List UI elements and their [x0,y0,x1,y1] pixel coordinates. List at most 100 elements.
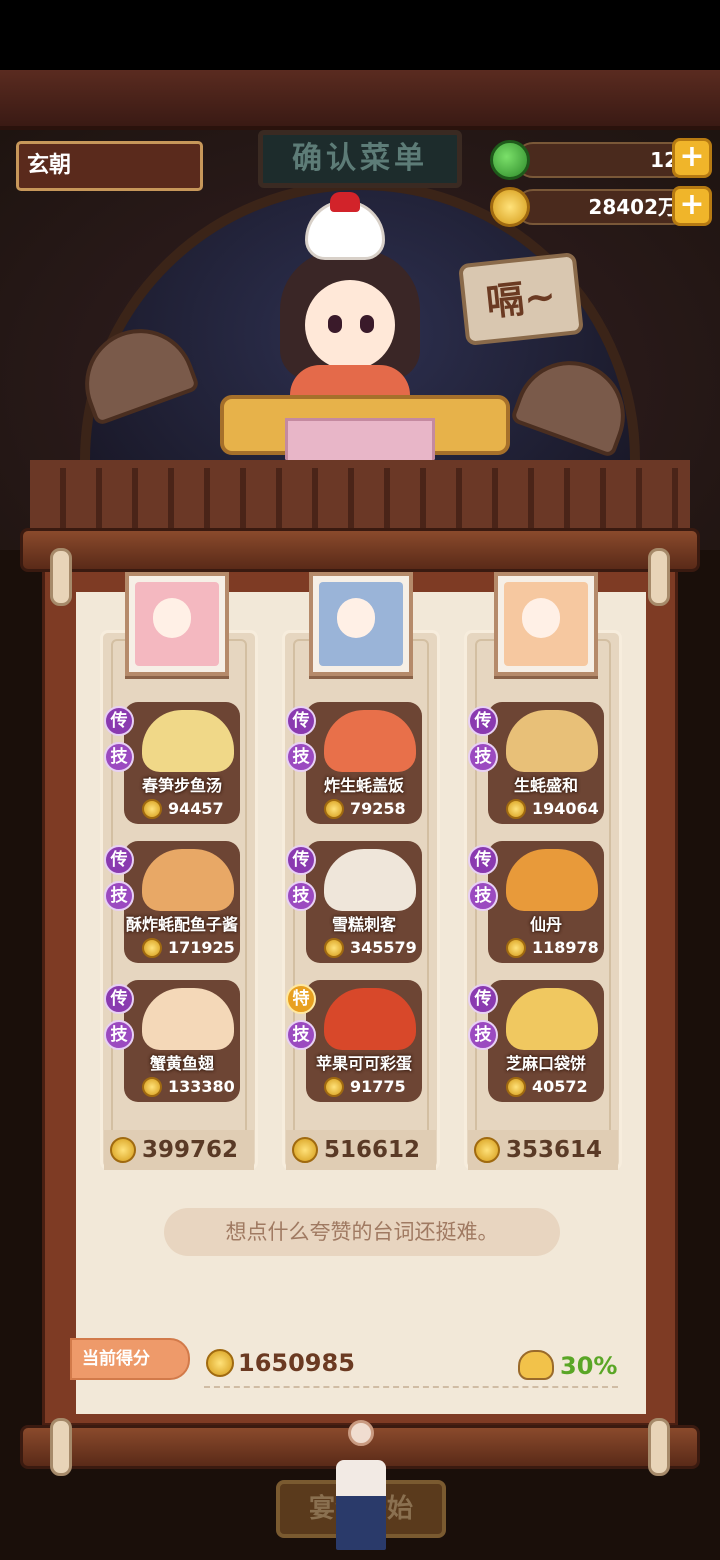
chef-face [153,598,191,638]
column-total: 516612 [286,1130,436,1170]
skill-badge: 技 [286,881,316,911]
tassel-decoration [334,1420,388,1560]
dish-card[interactable]: 春笋步鱼汤 94457 [124,702,240,824]
dish-value: 345579 [322,937,417,959]
dish-card[interactable]: 仙丹 118978 [488,841,604,963]
chef-portrait-3[interactable] [494,572,598,676]
column-total: 353614 [468,1130,618,1170]
dish-name: 苹果可可彩蛋 [315,1054,412,1073]
skill-badge: 技 [468,881,498,911]
rank-badge: 传 [104,845,134,875]
dish-value: 79258 [322,798,410,820]
chicken-comb [330,192,360,212]
chef-portrait-1[interactable] [125,572,229,676]
rank-badge: 传 [468,706,498,736]
skill-badge: 技 [468,742,498,772]
dish-value: 118978 [504,937,599,959]
dish-image [142,710,234,772]
rank-badge: 传 [468,984,498,1014]
dish-card[interactable]: 苹果可可彩蛋 91775 [306,980,422,1102]
dish-image [324,710,416,772]
dish-image [324,988,416,1050]
speech-bubble: 嗝~ [458,252,584,346]
coin-icon [110,1137,136,1163]
rank-badge: 传 [468,845,498,875]
dish-card[interactable]: 酥炸蚝配鱼子酱 171925 [124,841,240,963]
dish-image [324,849,416,911]
scroll-rod-top [20,528,700,572]
player-name: 玄朝 [16,141,203,191]
dish-image [142,849,234,911]
dish-value: 94457 [140,798,228,820]
dish-value: 91775 [322,1076,410,1098]
rank-badge: 传 [286,706,316,736]
coin-icon [142,938,162,958]
dish-card[interactable]: 蟹黄鱼翅 133380 [124,980,240,1102]
score-divider [204,1386,618,1388]
coin-icon [142,799,162,819]
dish-name: 雪糕刺客 [331,915,396,934]
current-score-value: 1650985 [206,1346,355,1380]
coin-icon [292,1137,318,1163]
bonus-percent: 30% [518,1348,617,1384]
column-total: 399762 [104,1130,254,1170]
dish-image [142,988,234,1050]
chef-portrait-2[interactable] [309,572,413,676]
jade-icon [490,140,530,180]
tassel-body [336,1460,386,1550]
dish-name: 芝麻口袋饼 [505,1054,586,1073]
add-coin-button[interactable]: + [672,186,712,226]
tassel-knot [348,1420,374,1446]
rod-cap-left [50,1418,72,1476]
rank-badge: 特 [286,984,316,1014]
dish-card[interactable]: 雪糕刺客 345579 [306,841,422,963]
jade-counter: 12 [515,142,690,178]
rank-badge: 传 [104,706,134,736]
roof-beam [0,70,720,130]
coin-icon [206,1349,234,1377]
add-jade-button[interactable]: + [672,138,712,178]
coin-icon [490,187,530,227]
coin-icon [324,938,344,958]
dish-card[interactable]: 生蚝盛和 194064 [488,702,604,824]
coin-icon [324,799,344,819]
status-area [0,0,720,70]
dish-image [506,849,598,911]
dish-card[interactable]: 炸生蚝盖饭 79258 [306,702,422,824]
dish-value: 40572 [504,1076,592,1098]
current-score-label: 当前得分 [70,1338,190,1380]
chef-face [337,598,375,638]
dish-card[interactable]: 芝麻口袋饼 40572 [488,980,604,1102]
rod-cap-right [648,548,670,606]
skill-badge: 技 [468,1020,498,1050]
skill-badge: 技 [104,742,134,772]
rank-badge: 传 [104,984,134,1014]
dish-value: 171925 [140,937,235,959]
coin-icon [142,1077,162,1097]
dish-name: 蟹黄鱼翅 [149,1054,214,1073]
dish-name: 酥炸蚝配鱼子酱 [125,915,238,934]
guest-quote: 想点什么夸赞的台词还挺难。 [164,1208,560,1256]
coin-counter: 28402万 [515,189,690,225]
skill-badge: 技 [104,1020,134,1050]
wooden-fence [30,460,690,530]
dish-value: 194064 [504,798,599,820]
dish-name: 仙丹 [529,915,562,934]
coin-icon [506,1077,526,1097]
skill-badge: 技 [104,881,134,911]
coin-icon [474,1137,500,1163]
menu-sign: 确认菜单 [258,130,462,188]
character-eye-left [328,315,342,333]
character-eye-right [360,315,374,333]
character-face [305,280,395,370]
rod-cap-left [50,548,72,606]
coin-icon [506,799,526,819]
game-screen: 确认菜单 玄朝 12 + 28402万 + 嗝~ 春笋步鱼汤 94457 传 技… [0,0,720,1560]
bonus-icon [518,1350,554,1380]
dish-name: 炸生蚝盖饭 [323,776,404,795]
coin-icon [506,938,526,958]
skill-badge: 技 [286,1020,316,1050]
dish-value: 133380 [140,1076,235,1098]
dish-image [506,710,598,772]
chef-face [522,598,560,638]
